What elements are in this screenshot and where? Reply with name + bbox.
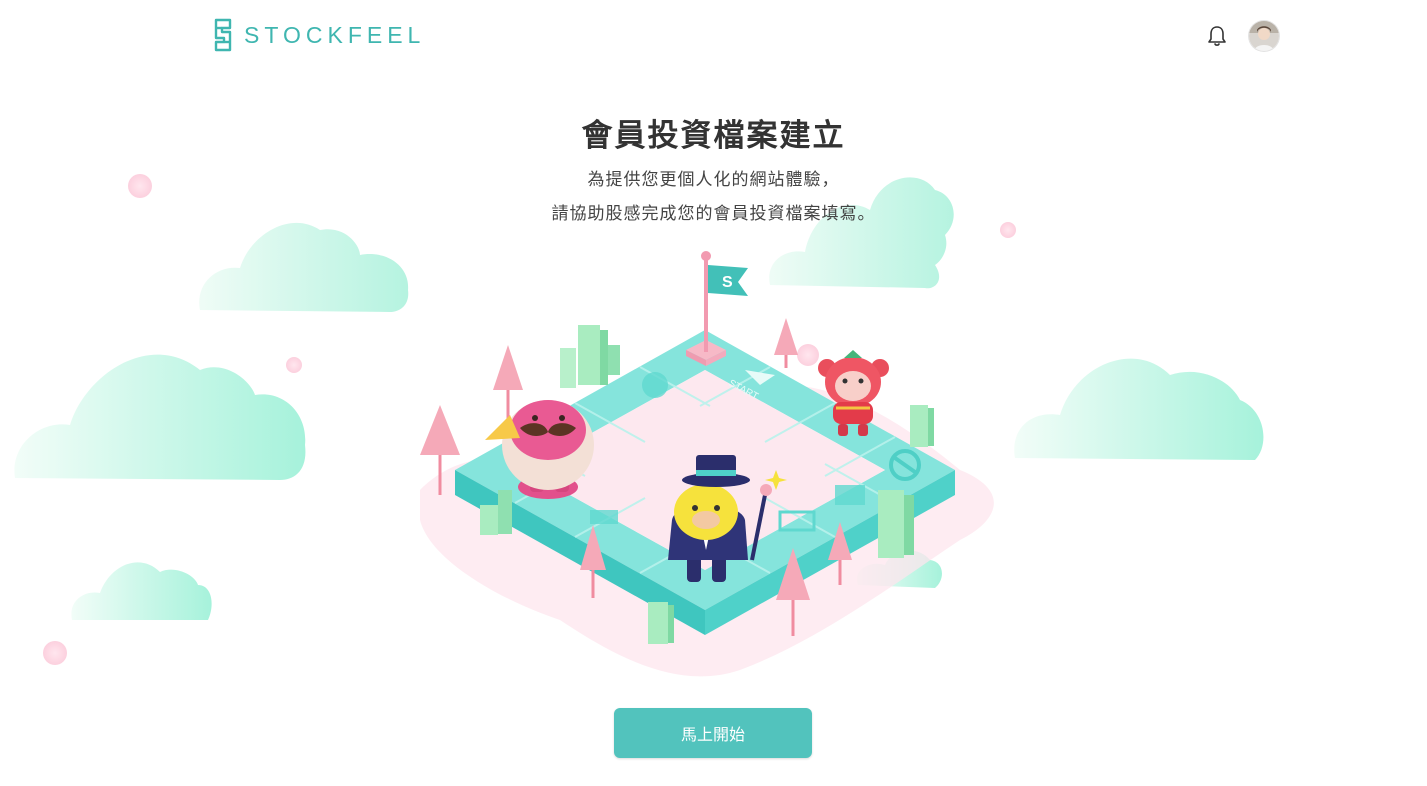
- cloud-left-bottom: [71, 562, 212, 620]
- cloud-left-top: [199, 222, 409, 312]
- cloud-left-mid: [14, 354, 306, 480]
- page-title: 會員投資檔案建立: [581, 118, 846, 154]
- start-flag: S: [686, 251, 748, 366]
- subtitle-line-1: 為提供您更個人化的網站體驗，: [587, 170, 840, 190]
- subtitle-line-2: 請協助股感完成您的會員投資檔案填寫。: [551, 204, 876, 224]
- start-now-button[interactable]: 馬上開始: [614, 708, 812, 758]
- cloud-right-mid: [1014, 358, 1264, 460]
- flag-label: S: [722, 274, 733, 291]
- cloud-right-top: [769, 177, 954, 289]
